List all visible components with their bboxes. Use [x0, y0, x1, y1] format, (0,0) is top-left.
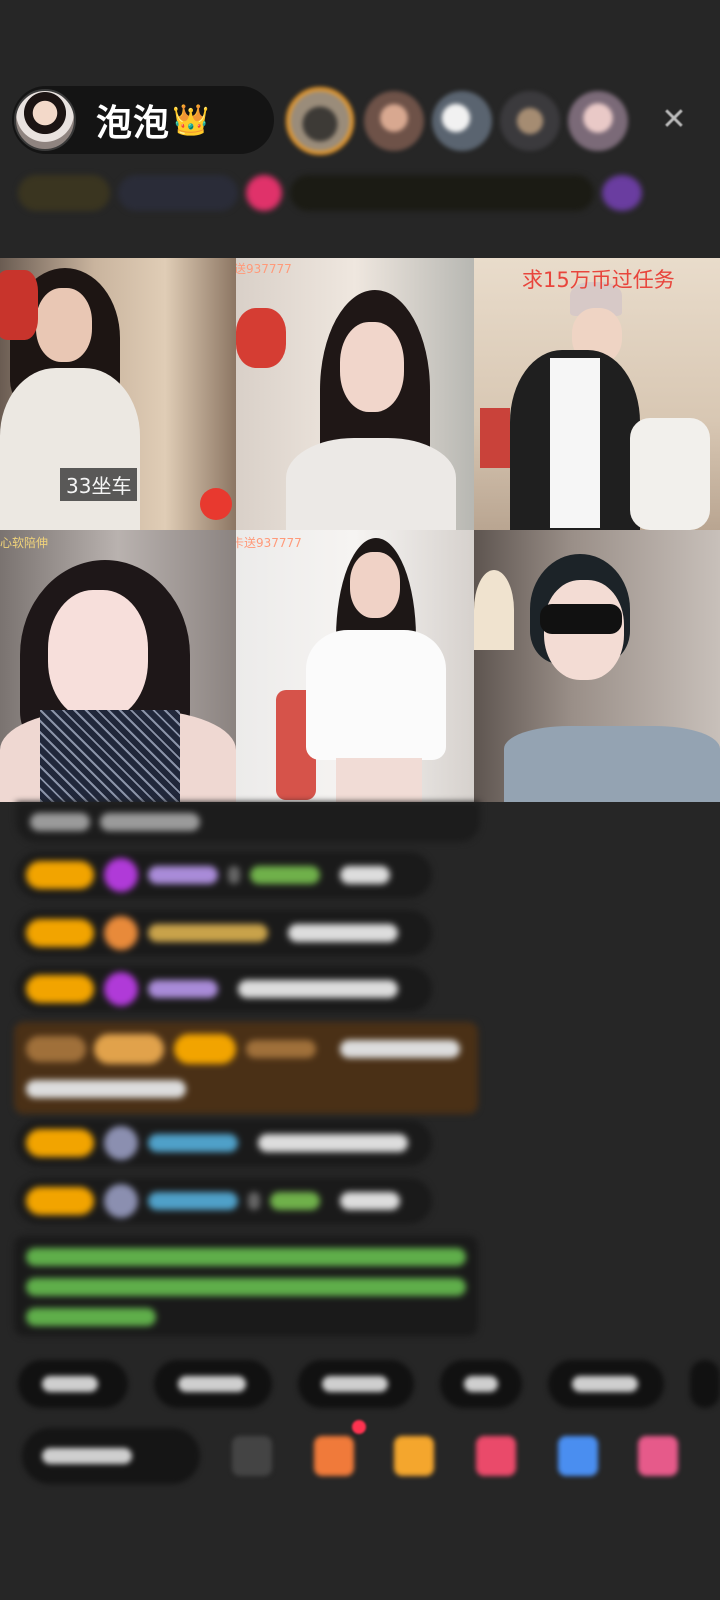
video-tile[interactable]: 卡送937777 [236, 258, 474, 530]
gift-icon[interactable] [314, 1436, 354, 1476]
video-tile[interactable] [474, 530, 720, 802]
video-tile[interactable]: 心软陪伸 [0, 530, 236, 802]
share-icon[interactable] [558, 1436, 598, 1476]
notice-tag[interactable] [290, 175, 594, 211]
chat-notice-message [14, 1236, 478, 1336]
video-tile[interactable]: 卡送937777 [236, 530, 474, 802]
level-badge [26, 861, 94, 889]
badge-icon [104, 916, 138, 950]
wish-icon[interactable] [394, 1436, 434, 1476]
badge-icon [104, 858, 138, 892]
chat-message[interactable] [16, 1178, 432, 1224]
level-badge [26, 919, 94, 947]
quick-reply-button[interactable] [18, 1360, 128, 1408]
badge-icon [104, 1184, 138, 1218]
chat-input[interactable] [22, 1428, 200, 1484]
viewer-avatar[interactable] [286, 87, 354, 155]
fans-tag[interactable] [118, 175, 238, 211]
video-grid: 33坐车 卡送937777 求15万币过任务 心软陪伸 卡 [0, 258, 720, 802]
host-name: 泡泡 [96, 103, 171, 144]
quick-reply-button[interactable] [548, 1360, 664, 1408]
quick-reply-button[interactable] [154, 1360, 272, 1408]
chat-message[interactable] [16, 1120, 432, 1166]
event-tag[interactable] [602, 175, 642, 211]
emoji-icon[interactable] [232, 1436, 272, 1476]
tile-caption: 卡送937777 [236, 536, 302, 550]
chat-message[interactable] [16, 910, 432, 956]
more-icon[interactable] [638, 1436, 678, 1476]
heart-icon[interactable] [476, 1436, 516, 1476]
level-badge [26, 1129, 94, 1157]
chat-message[interactable] [16, 852, 432, 898]
viewer-avatar[interactable] [432, 91, 492, 151]
host-avatar[interactable] [14, 89, 76, 151]
hot-tag[interactable] [246, 175, 282, 211]
notification-dot [352, 1420, 366, 1434]
video-tile[interactable]: 33坐车 [0, 258, 236, 530]
rank-tag[interactable] [18, 175, 110, 211]
badge-icon [104, 1126, 138, 1160]
viewer-avatar[interactable] [568, 91, 628, 151]
room-tags-row [18, 172, 642, 214]
top-viewers [286, 84, 636, 158]
badge-icon [104, 972, 138, 1006]
viewer-avatar[interactable] [364, 91, 424, 151]
chat-message[interactable] [16, 966, 432, 1012]
level-badge [26, 975, 94, 1003]
quick-reply-button[interactable] [298, 1360, 414, 1408]
chat-highlight-message[interactable] [14, 1022, 478, 1114]
video-tile[interactable]: 求15万币过任务 [474, 258, 720, 530]
crown-icon: 👑 [172, 102, 210, 138]
host-info-pill[interactable]: 泡泡 👑 [12, 86, 274, 154]
quick-reply-button[interactable] [690, 1360, 720, 1408]
tile-caption: 33坐车 [60, 468, 138, 501]
tile-caption: 心软陪伸 [0, 536, 49, 550]
tile-caption: 求15万币过任务 [522, 268, 675, 292]
viewer-avatar[interactable] [500, 91, 560, 151]
close-icon[interactable]: ✕ [656, 102, 692, 138]
tile-caption: 卡送937777 [236, 262, 292, 276]
chat-system-message [16, 802, 480, 842]
quick-reply-button[interactable] [440, 1360, 522, 1408]
level-badge [26, 1187, 94, 1215]
